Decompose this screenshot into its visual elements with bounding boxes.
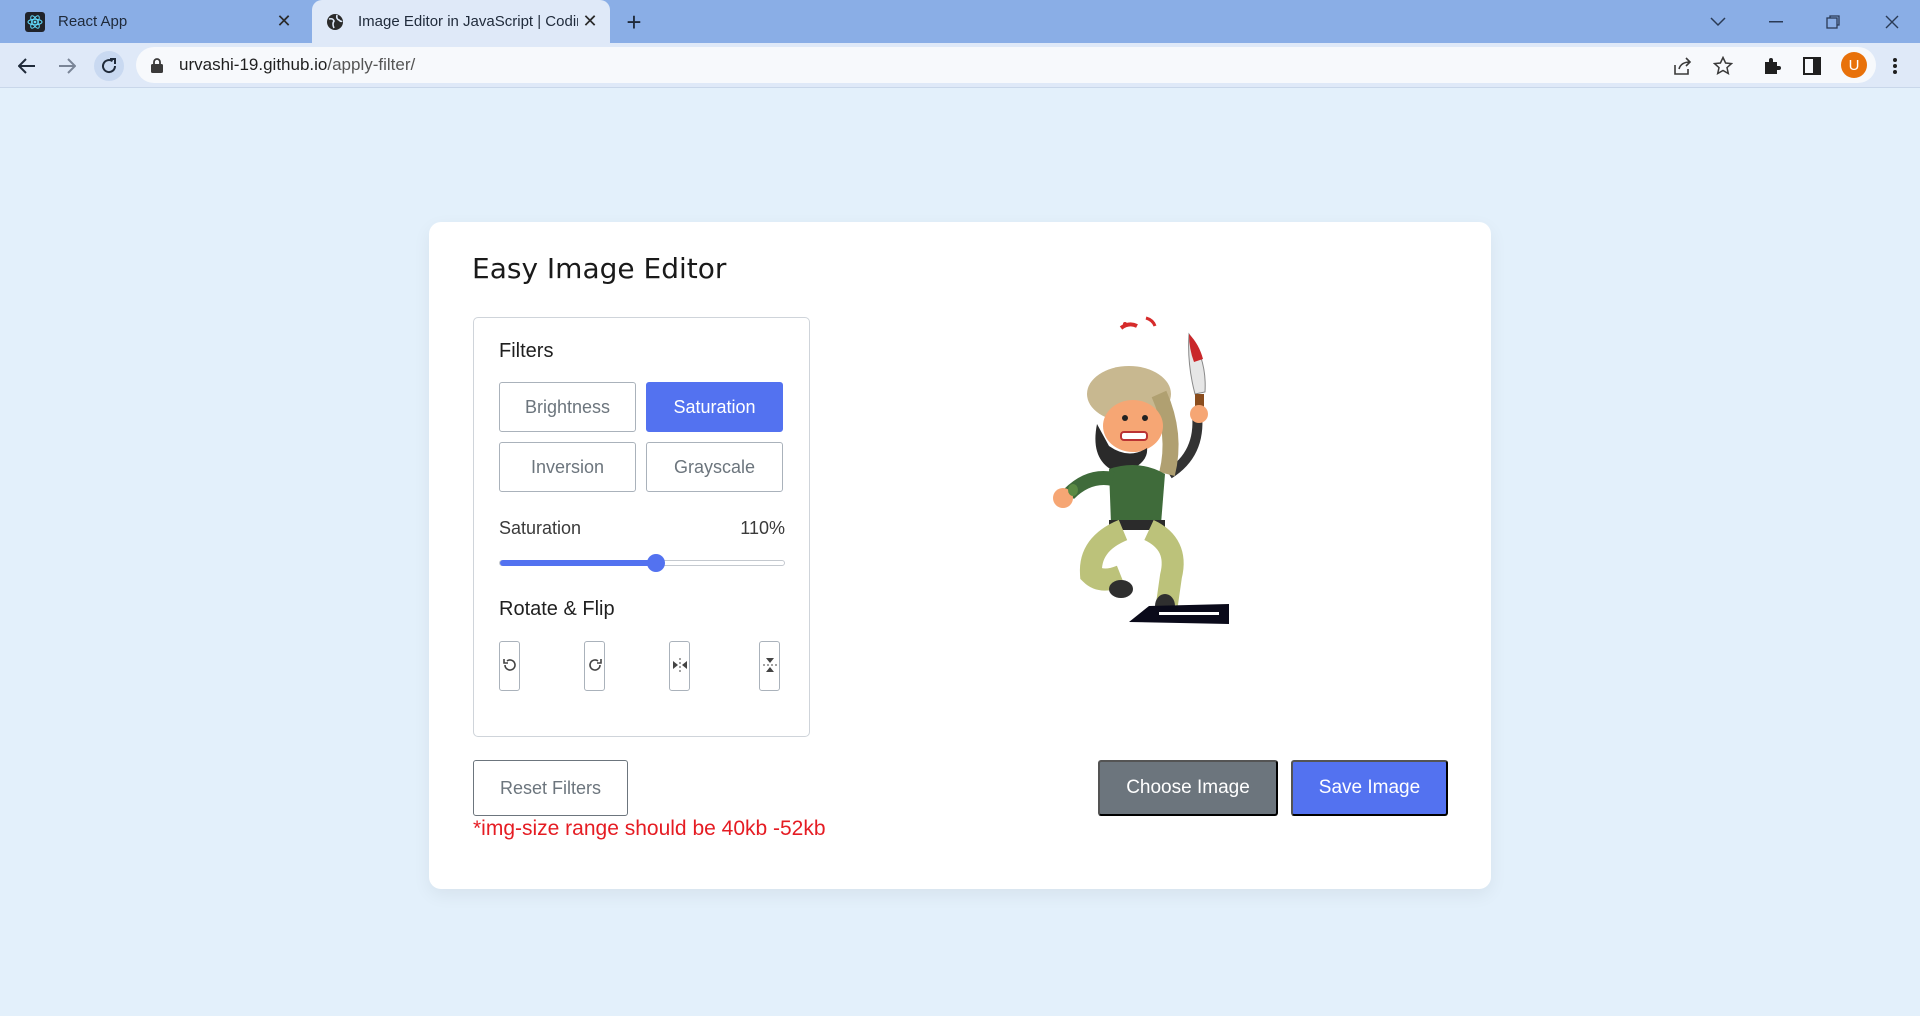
filter-grayscale-button[interactable]: Grayscale — [646, 442, 783, 492]
slider-value: 110% — [740, 518, 785, 538]
close-icon[interactable]: ✕ — [272, 10, 296, 34]
tab-title: Image Editor in JavaScript | Codin — [358, 13, 578, 30]
extensions-icon[interactable] — [1759, 53, 1785, 79]
menu-kebab-icon[interactable] — [1882, 53, 1908, 79]
tab-title: React App — [58, 13, 128, 30]
react-icon — [24, 11, 46, 33]
tab-search-icon[interactable] — [1698, 8, 1738, 36]
size-note: *img-size range should be 40kb -52kb — [473, 817, 826, 840]
tab-react-app[interactable]: React App ✕ — [12, 0, 304, 43]
slider-fill — [500, 560, 657, 566]
rotate-left-icon — [502, 657, 518, 676]
flip-vertical-icon — [762, 657, 778, 676]
reset-filters-button[interactable]: Reset Filters — [473, 760, 628, 816]
globe-icon — [324, 11, 346, 33]
address-bar[interactable]: urvashi-19.github.io/apply-filter/ — [136, 47, 1876, 83]
rotate-flip-heading: Rotate & Flip — [499, 598, 615, 620]
flip-horizontal-icon — [672, 657, 688, 676]
share-icon[interactable] — [1670, 53, 1696, 79]
save-image-button[interactable]: Save Image — [1291, 760, 1448, 816]
url-text: urvashi-19.github.io/apply-filter/ — [179, 55, 415, 75]
tab-image-editor[interactable]: Image Editor in JavaScript | Codin ✕ — [312, 0, 610, 43]
restore-icon[interactable] — [1813, 8, 1853, 36]
choose-image-button[interactable]: Choose Image — [1098, 760, 1278, 816]
back-icon[interactable] — [12, 51, 42, 81]
page-title: Easy Image Editor — [472, 252, 727, 285]
close-window-icon[interactable] — [1872, 8, 1912, 36]
side-panel-icon[interactable] — [1799, 53, 1825, 79]
lock-icon — [151, 57, 165, 73]
new-tab-icon[interactable]: + — [620, 7, 648, 37]
avatar[interactable]: U — [1841, 52, 1867, 78]
flip-vertical-button[interactable] — [759, 641, 780, 691]
browser-toolbar: urvashi-19.github.io/apply-filter/ — [0, 43, 1920, 88]
reload-icon[interactable] — [94, 51, 124, 81]
rotate-right-button[interactable] — [584, 641, 605, 691]
filters-heading: Filters — [499, 340, 554, 362]
minimize-icon[interactable] — [1756, 8, 1796, 36]
filter-brightness-button[interactable]: Brightness — [499, 382, 636, 432]
image-preview — [1029, 314, 1279, 624]
forward-icon[interactable] — [52, 51, 82, 81]
rotate-right-icon — [587, 657, 603, 676]
browser-tab-bar: React App ✕ Image Editor in JavaScript |… — [0, 0, 1920, 43]
slider-thumb[interactable] — [647, 554, 666, 572]
url-host: urvashi-19.github.io — [179, 55, 328, 74]
editor-card: Easy Image Editor Filters Brightness Sat… — [429, 222, 1491, 889]
filter-inversion-button[interactable]: Inversion — [499, 442, 636, 492]
controls-panel: Filters Brightness Saturation Inversion … — [473, 317, 810, 737]
saturation-slider[interactable] — [499, 554, 785, 572]
close-icon[interactable]: ✕ — [578, 10, 602, 34]
filter-saturation-button[interactable]: Saturation — [646, 382, 783, 432]
url-path: /apply-filter/ — [327, 55, 416, 74]
flip-horizontal-button[interactable] — [669, 641, 690, 691]
rotate-left-button[interactable] — [499, 641, 520, 691]
slider-name: Saturation — [499, 518, 582, 538]
bookmark-star-icon[interactable] — [1710, 53, 1736, 79]
slider-info: Saturation 110% — [499, 518, 785, 539]
